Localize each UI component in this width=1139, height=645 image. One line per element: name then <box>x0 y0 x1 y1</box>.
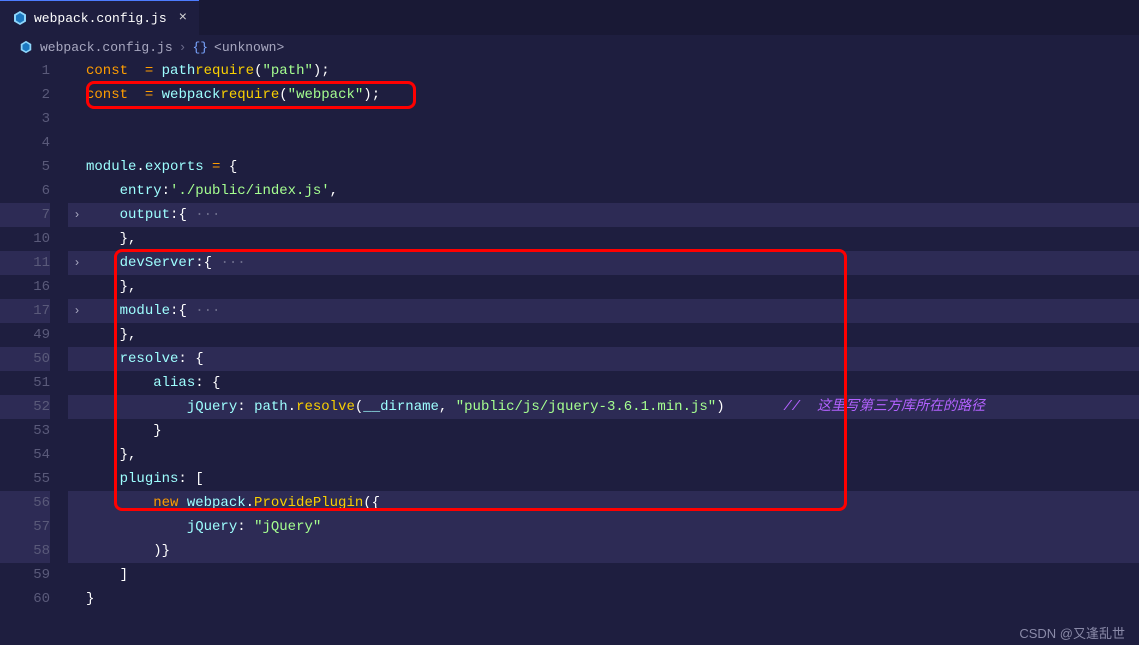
js-file-icon <box>18 39 34 55</box>
fold-toggle <box>68 443 86 467</box>
code-line[interactable]: } <box>86 587 1139 611</box>
line-number: 55 <box>0 467 50 491</box>
fold-toggle <box>68 371 86 395</box>
fold-toggle <box>68 227 86 251</box>
fold-toggle <box>68 347 86 371</box>
tab-label: webpack.config.js <box>34 11 167 26</box>
code-line[interactable]: ] <box>86 563 1139 587</box>
line-number: 49 <box>0 323 50 347</box>
code-line[interactable]: module:{ ··· <box>86 299 1139 323</box>
code-line[interactable]: devServer:{ ··· <box>86 251 1139 275</box>
code-area[interactable]: const = pathrequire("path");const = webp… <box>86 59 1139 623</box>
fold-gutter: › › › <box>68 59 86 623</box>
fold-toggle <box>68 83 86 107</box>
code-line[interactable] <box>86 131 1139 155</box>
editor: 123456710111617495051525354555657585960 … <box>0 59 1139 623</box>
fold-toggle[interactable]: › <box>68 251 86 275</box>
line-number: 58 <box>0 539 50 563</box>
code-line[interactable]: }, <box>86 323 1139 347</box>
line-number: 52 <box>0 395 50 419</box>
line-number: 60 <box>0 587 50 611</box>
line-number: 59 <box>0 563 50 587</box>
tab-webpack-config[interactable]: webpack.config.js × <box>0 0 199 35</box>
chevron-right-icon: › <box>179 40 187 55</box>
code-line[interactable]: jQuery: path.resolve(__dirname, "public/… <box>86 395 1139 419</box>
line-number: 10 <box>0 227 50 251</box>
line-number: 1 <box>0 59 50 83</box>
code-line[interactable]: const = pathrequire("path"); <box>86 59 1139 83</box>
fold-toggle <box>68 515 86 539</box>
line-number: 57 <box>0 515 50 539</box>
line-number: 17 <box>0 299 50 323</box>
code-line[interactable]: alias: { <box>86 371 1139 395</box>
fold-toggle <box>68 539 86 563</box>
code-line[interactable] <box>86 107 1139 131</box>
fold-toggle <box>68 179 86 203</box>
code-line[interactable]: } <box>86 419 1139 443</box>
line-number: 3 <box>0 107 50 131</box>
symbol-icon: {} <box>192 40 208 55</box>
code-line[interactable]: output:{ ··· <box>86 203 1139 227</box>
fold-toggle <box>68 59 86 83</box>
fold-toggle <box>68 563 86 587</box>
line-number: 5 <box>0 155 50 179</box>
close-icon[interactable]: × <box>179 10 187 26</box>
fold-toggle <box>68 467 86 491</box>
code-line[interactable]: entry:'./public/index.js', <box>86 179 1139 203</box>
fold-toggle <box>68 587 86 611</box>
code-line[interactable]: jQuery: "jQuery" <box>86 515 1139 539</box>
watermark: CSDN @又逢乱世 <box>1019 623 1125 645</box>
fold-toggle <box>68 419 86 443</box>
fold-toggle <box>68 155 86 179</box>
fold-toggle <box>68 107 86 131</box>
line-number: 53 <box>0 419 50 443</box>
line-number-gutter: 123456710111617495051525354555657585960 <box>0 59 68 623</box>
code-line[interactable]: module.exports = { <box>86 155 1139 179</box>
fold-toggle[interactable]: › <box>68 299 86 323</box>
code-line[interactable]: }, <box>86 227 1139 251</box>
line-number: 7 <box>0 203 50 227</box>
line-number: 4 <box>0 131 50 155</box>
code-line[interactable]: )} <box>86 539 1139 563</box>
fold-toggle <box>68 275 86 299</box>
code-line[interactable]: plugins: [ <box>86 467 1139 491</box>
line-number: 51 <box>0 371 50 395</box>
js-file-icon <box>12 10 28 26</box>
tab-bar: webpack.config.js × <box>0 0 1139 35</box>
code-line[interactable]: const = webpackrequire("webpack"); <box>86 83 1139 107</box>
code-line[interactable]: resolve: { <box>86 347 1139 371</box>
breadcrumbs[interactable]: webpack.config.js › {} <unknown> <box>0 35 1139 59</box>
fold-toggle <box>68 131 86 155</box>
line-number: 16 <box>0 275 50 299</box>
code-line[interactable]: new webpack.ProvidePlugin({ <box>86 491 1139 515</box>
fold-toggle <box>68 323 86 347</box>
line-number: 56 <box>0 491 50 515</box>
breadcrumb-file: webpack.config.js <box>40 40 173 55</box>
line-number: 2 <box>0 83 50 107</box>
code-line[interactable]: }, <box>86 443 1139 467</box>
breadcrumb-symbol: <unknown> <box>214 40 284 55</box>
fold-toggle[interactable]: › <box>68 203 86 227</box>
line-number: 11 <box>0 251 50 275</box>
line-number: 54 <box>0 443 50 467</box>
code-line[interactable]: }, <box>86 275 1139 299</box>
line-number: 50 <box>0 347 50 371</box>
fold-toggle <box>68 395 86 419</box>
line-number: 6 <box>0 179 50 203</box>
fold-toggle <box>68 491 86 515</box>
